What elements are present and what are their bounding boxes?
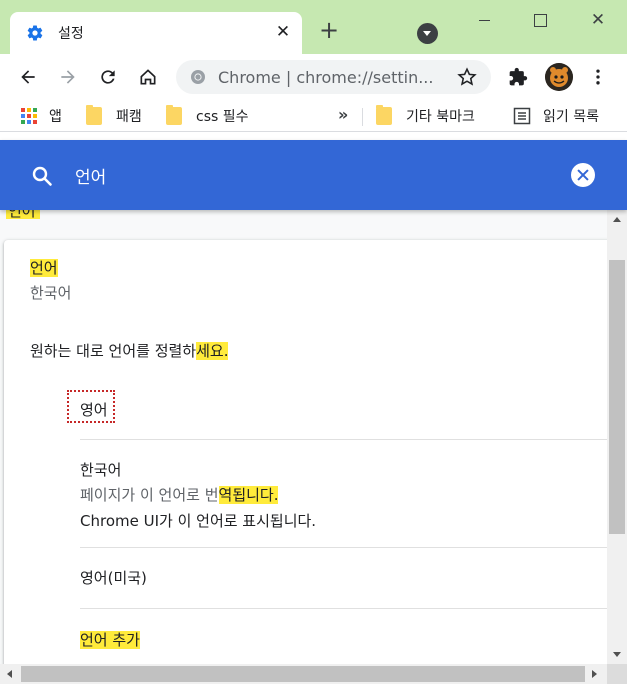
divider bbox=[80, 547, 607, 548]
new-tab-button[interactable]: + bbox=[317, 18, 341, 42]
minimize-button[interactable] bbox=[470, 6, 498, 34]
search-input[interactable]: 언어 bbox=[75, 163, 106, 188]
horizontal-scroll-thumb[interactable] bbox=[21, 666, 585, 682]
home-icon bbox=[140, 69, 156, 85]
back-button[interactable] bbox=[15, 64, 41, 90]
bookmarks-divider bbox=[362, 108, 363, 126]
omnibox-scheme: Chrome bbox=[218, 68, 281, 87]
title-bar: 설정 ✕ + ✕ bbox=[0, 0, 627, 54]
ui-language-note: Chrome UI가 이 언어로 표시됩니다. bbox=[80, 512, 317, 530]
chrome-logo-icon bbox=[191, 70, 205, 84]
languages-card: 언어 한국어 원하는 대로 언어를 정렬하세요. 영어 한국어 페이지가 이 언… bbox=[4, 240, 607, 664]
tab-close-icon[interactable]: ✕ bbox=[272, 21, 294, 43]
folder-icon bbox=[376, 105, 392, 125]
divider bbox=[80, 439, 607, 440]
vertical-scrollbar[interactable] bbox=[607, 210, 627, 664]
clear-icon[interactable] bbox=[571, 163, 595, 187]
extensions-button[interactable] bbox=[505, 64, 531, 90]
maximize-button[interactable] bbox=[526, 6, 554, 34]
address-bar[interactable]: Chrome | chrome://settin... bbox=[176, 60, 491, 94]
avatar[interactable] bbox=[545, 63, 573, 91]
star-icon[interactable] bbox=[456, 66, 478, 88]
language-row-english-us[interactable]: 영어(미국) bbox=[80, 567, 147, 588]
settings-content: 언어 언어 한국어 원하는 대로 언어를 정렬하세요. 영어 한국어 페이지가 … bbox=[0, 210, 607, 664]
active-tab[interactable]: 설정 ✕ bbox=[10, 12, 302, 54]
home-button[interactable] bbox=[135, 64, 161, 90]
gear-icon bbox=[27, 25, 43, 41]
forward-arrow-icon bbox=[61, 70, 75, 84]
scroll-right-arrow-icon[interactable] bbox=[592, 670, 597, 678]
reload-button[interactable] bbox=[95, 64, 121, 90]
scrollbar-corner bbox=[607, 664, 627, 684]
divider bbox=[80, 608, 607, 609]
reading-list-icon bbox=[513, 107, 531, 125]
omnibox-separator: | bbox=[285, 68, 292, 87]
scroll-up-arrow-icon[interactable] bbox=[613, 217, 621, 222]
window-close-button[interactable]: ✕ bbox=[584, 6, 612, 34]
folder-icon bbox=[86, 105, 102, 125]
scroll-left-arrow-icon[interactable] bbox=[7, 670, 12, 678]
horizontal-scrollbar[interactable] bbox=[0, 664, 607, 684]
omnibox-text: Chrome | chrome://settin... bbox=[218, 68, 440, 87]
add-language-button[interactable]: 언어 추가 bbox=[80, 629, 140, 650]
bookmark-folder-label: css 필수 bbox=[196, 109, 249, 125]
current-language: 한국어 bbox=[30, 284, 72, 302]
bookmark-apps[interactable]: 앱 bbox=[21, 106, 62, 126]
back-arrow-icon bbox=[21, 70, 35, 84]
languages-description: 원하는 대로 언어를 정렬하세요. bbox=[30, 342, 229, 360]
languages-title: 언어 bbox=[30, 259, 58, 277]
bookmark-apps-label: 앱 bbox=[49, 109, 62, 125]
profile-avatar-icon bbox=[545, 63, 573, 91]
reading-list[interactable]: 읽기 목록 bbox=[513, 106, 599, 126]
bookmarks-bar: 앱 패캠 css 필수 » 기타 북마크 읽기 목록 bbox=[0, 100, 627, 132]
kebab-menu-icon bbox=[596, 69, 600, 85]
language-row-english[interactable]: 영어 bbox=[80, 399, 108, 420]
toolbar: Chrome | chrome://settin... bbox=[0, 54, 627, 100]
translate-note: 페이지가 이 언어로 번역됩니다. bbox=[80, 486, 279, 504]
forward-button[interactable] bbox=[55, 64, 81, 90]
settings-header: 언어 bbox=[0, 140, 627, 210]
reading-list-label: 읽기 목록 bbox=[543, 109, 599, 125]
bookmark-folder-1[interactable]: 패캠 bbox=[86, 105, 142, 126]
bookmark-folder-2[interactable]: css 필수 bbox=[166, 105, 249, 126]
tab-title: 설정 bbox=[58, 26, 84, 42]
reload-icon bbox=[101, 70, 115, 84]
section-heading-stub: 언어 bbox=[6, 210, 40, 219]
apps-grid-icon bbox=[21, 108, 37, 124]
bookmark-other[interactable]: 기타 북마크 bbox=[376, 105, 475, 126]
search-icon bbox=[32, 166, 52, 186]
menu-button[interactable] bbox=[585, 64, 611, 90]
bookmark-folder-label: 패캠 bbox=[116, 109, 142, 125]
scroll-down-arrow-icon[interactable] bbox=[613, 652, 621, 657]
bookmark-other-label: 기타 북마크 bbox=[406, 109, 475, 125]
section-heading-text: 언어 bbox=[8, 210, 36, 219]
vertical-scroll-thumb[interactable] bbox=[609, 260, 625, 534]
language-row-korean[interactable]: 한국어 bbox=[80, 459, 121, 480]
folder-icon bbox=[166, 105, 182, 125]
puzzle-icon bbox=[509, 67, 528, 86]
omnibox-url: chrome://settin... bbox=[296, 68, 434, 87]
tab-search-button[interactable] bbox=[417, 23, 438, 44]
bookmarks-overflow-button[interactable]: » bbox=[338, 105, 348, 124]
